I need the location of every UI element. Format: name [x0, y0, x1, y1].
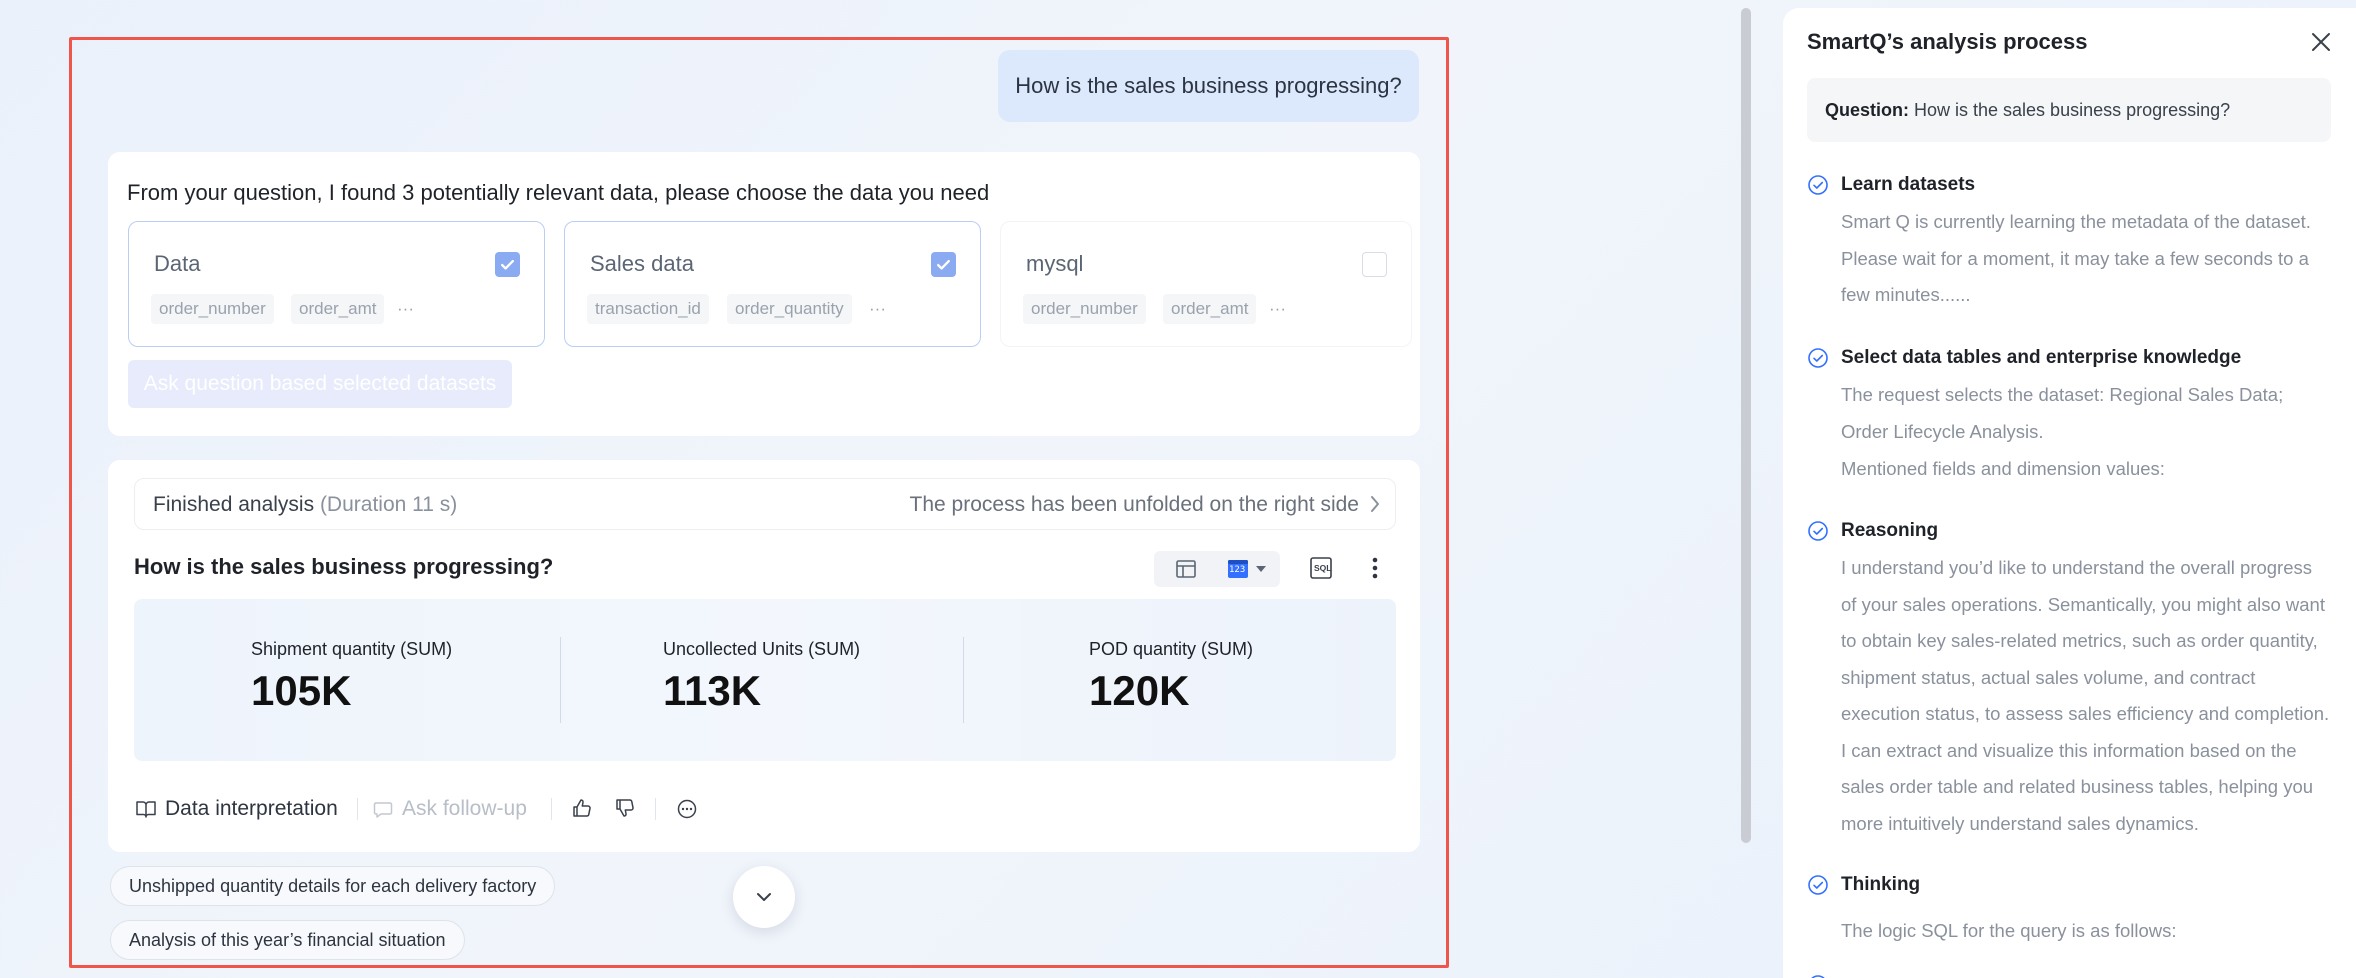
field-tag: order_number	[1023, 294, 1146, 324]
kpi-divider	[963, 637, 964, 723]
dataset-checkbox-checked[interactable]	[931, 252, 956, 277]
divider	[655, 798, 656, 820]
scroll-down-button[interactable]	[733, 866, 795, 928]
check-circle-icon	[1808, 348, 1828, 368]
suggested-question[interactable]: Unshipped quantity details for each deli…	[110, 866, 556, 906]
step-title: Learn datasets	[1841, 174, 1976, 195]
step-title: Select data tables and enterprise knowle…	[1841, 347, 2242, 368]
ask-follow-up-button[interactable]: Ask follow-up	[372, 797, 527, 821]
dataset-option-data[interactable]: Data order_number order_amt ···	[128, 221, 545, 347]
user-question-bubble: How is the sales business progressing?	[998, 50, 1419, 122]
step-body: Smart Q is currently learning the metada…	[1841, 211, 2311, 305]
kpi-divider	[560, 637, 561, 723]
panel-question: Question: How is the sales business prog…	[1807, 78, 2331, 142]
more-fields: ···	[397, 299, 414, 318]
analysis-title: How is the sales business progressing?	[134, 554, 554, 579]
check-circle-icon	[1808, 875, 1828, 895]
step-title: Reasoning	[1841, 520, 1939, 541]
dataset-name: Data	[154, 251, 201, 276]
scrollbar[interactable]	[1741, 8, 1751, 843]
check-circle-icon	[1808, 175, 1828, 195]
suggested-question[interactable]: Analysis of this year’s financial situat…	[110, 920, 465, 960]
analysis-status-label: Finished analysis	[153, 493, 315, 516]
step-extra: Mentioned fields and dimension values:	[1841, 458, 2165, 479]
analysis-status: Finished analysis (Duration 11 s)	[153, 493, 457, 517]
dataset-name: Sales data	[590, 251, 694, 276]
close-icon[interactable]	[2309, 30, 2333, 54]
ask-selected-datasets-button[interactable]: Ask question based selected datasets	[128, 360, 512, 408]
table-view-icon[interactable]	[1174, 557, 1198, 581]
book-icon	[136, 801, 156, 818]
dataset-name: mysql	[1026, 251, 1084, 276]
divider	[357, 798, 358, 820]
kpi-label: Uncollected Units (SUM)	[663, 639, 861, 659]
thumbs-down-icon[interactable]	[614, 797, 636, 819]
step-body: The logic SQL for the query is as follow…	[1841, 920, 2177, 941]
check-icon	[501, 259, 514, 270]
thumbs-up-icon[interactable]	[571, 797, 593, 819]
more-fields: ···	[869, 299, 886, 318]
dataset-option-sales-data[interactable]: Sales data transaction_id order_quantity…	[564, 221, 981, 347]
kpi-value: 120K	[1089, 667, 1190, 714]
check-icon	[937, 259, 950, 270]
data-interpretation-label: Data interpretation	[165, 797, 338, 820]
question-text: How is the sales business progressing?	[1914, 99, 2231, 120]
chat-bubble-icon	[373, 802, 393, 818]
dataset-checkbox-checked[interactable]	[495, 252, 520, 277]
question-label: Question:	[1825, 99, 1909, 120]
step-title: Thinking	[1841, 874, 1921, 895]
chevron-down-icon	[757, 893, 771, 901]
unfold-note: The process has been unfolded on the rig…	[909, 493, 1359, 516]
divider	[551, 798, 552, 820]
field-tag: transaction_id	[587, 294, 709, 324]
dataset-intro-text: From your question, I found 3 potentiall…	[127, 180, 990, 205]
more-vertical-icon[interactable]	[1362, 555, 1388, 581]
kpi-panel: Shipment quantity (SUM) 105K Uncollected…	[134, 599, 1396, 761]
step-body: The request selects the dataset: Regiona…	[1841, 384, 2284, 442]
check-circle-icon	[1811, 975, 1825, 978]
field-tag: order_amt	[1163, 294, 1257, 324]
more-horizontal-icon[interactable]	[676, 798, 698, 820]
ask-follow-up-label: Ask follow-up	[402, 797, 527, 820]
kpi-value: 113K	[663, 667, 762, 714]
dataset-checkbox-unchecked[interactable]	[1362, 252, 1387, 277]
dataset-option-mysql[interactable]: mysql order_number order_amt ···	[1000, 221, 1412, 347]
check-circle-icon	[1808, 521, 1828, 541]
kpi-label: POD quantity (SUM)	[1089, 639, 1254, 659]
step-body: I understand you’d like to understand th…	[1841, 557, 2330, 834]
field-tag: order_number	[151, 294, 274, 324]
kpi-view-select[interactable]: 123	[1226, 557, 1276, 581]
finished-analysis-bar[interactable]: Finished analysis (Duration 11 s) The pr…	[134, 478, 1396, 530]
chevron-right-icon	[1371, 496, 1379, 512]
field-tag: order_amt	[291, 294, 385, 324]
data-interpretation-button[interactable]: Data interpretation	[135, 797, 338, 821]
sql-button[interactable]: SQL	[1308, 555, 1334, 581]
sql-icon-text: SQL	[1314, 563, 1332, 573]
more-fields: ···	[1269, 299, 1286, 318]
caret-down-icon	[1256, 566, 1266, 572]
kpi-value: 105K	[251, 667, 352, 714]
kpi-card-icon-text: 123	[1229, 565, 1246, 575]
analysis-duration: (Duration 11 s)	[319, 493, 458, 516]
kpi-label: Shipment quantity (SUM)	[251, 639, 453, 659]
panel-title: SmartQ’s analysis process	[1807, 29, 2088, 54]
analysis-process-panel: SmartQ’s analysis process Question: How …	[1783, 8, 2356, 978]
field-tag: order_quantity	[727, 294, 852, 324]
